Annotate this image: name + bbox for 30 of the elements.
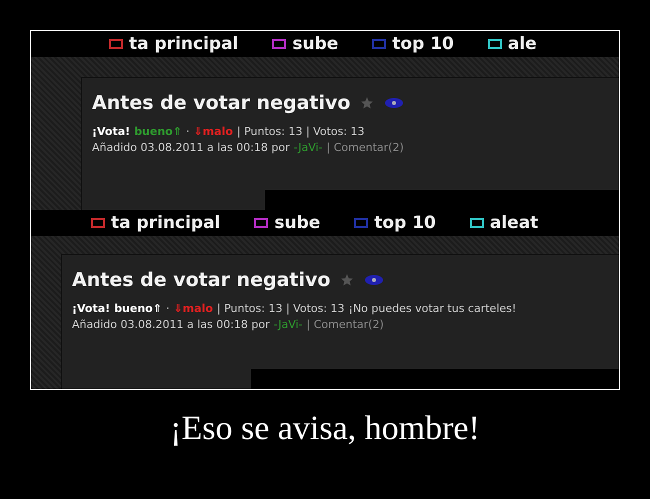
nav-link[interactable]: top 10 (372, 34, 454, 54)
poster-caption: ¡Eso se avisa, hombre! (169, 410, 481, 448)
nav-link[interactable]: sube (272, 34, 338, 54)
star-icon (340, 273, 354, 287)
nav-link[interactable]: aleat (470, 213, 538, 233)
star-icon (360, 96, 374, 110)
comment-link[interactable]: | Comentar(2) (326, 140, 404, 156)
vote-label: ¡Vota! (92, 124, 130, 140)
eye-icon (364, 274, 384, 286)
nav-link[interactable]: top 10 (354, 213, 436, 233)
vote-label: ¡Vota! (72, 301, 110, 317)
notice-text: ¡No puedes votar tus carteles! (348, 301, 516, 317)
vote-stats: | Puntos: 13 | Votos: 13 (216, 301, 345, 317)
nav-link[interactable]: ale (488, 34, 537, 54)
good-vote-link[interactable]: bueno⇑ (134, 124, 182, 140)
separator: · (186, 124, 190, 140)
separator: · (166, 301, 170, 317)
author-link[interactable]: -JaVi- (274, 317, 303, 333)
nav-link[interactable]: ta principal (109, 34, 238, 54)
nav-link[interactable]: ta principal (91, 213, 220, 233)
post-title: Antes de votar negativo (92, 92, 350, 114)
good-vote-link[interactable]: bueno⇑ (114, 301, 162, 317)
nav-link[interactable]: sube (254, 213, 320, 233)
author-link[interactable]: -JaVi- (294, 140, 323, 156)
added-text: Añadido 03.08.2011 a las 00:18 por (92, 140, 290, 156)
added-text: Añadido 03.08.2011 a las 00:18 por (72, 317, 270, 333)
eye-icon (384, 97, 404, 109)
vote-stats: | Puntos: 13 | Votos: 13 (236, 124, 365, 140)
comment-link[interactable]: | Comentar(2) (306, 317, 384, 333)
post-title: Antes de votar negativo (72, 269, 330, 291)
